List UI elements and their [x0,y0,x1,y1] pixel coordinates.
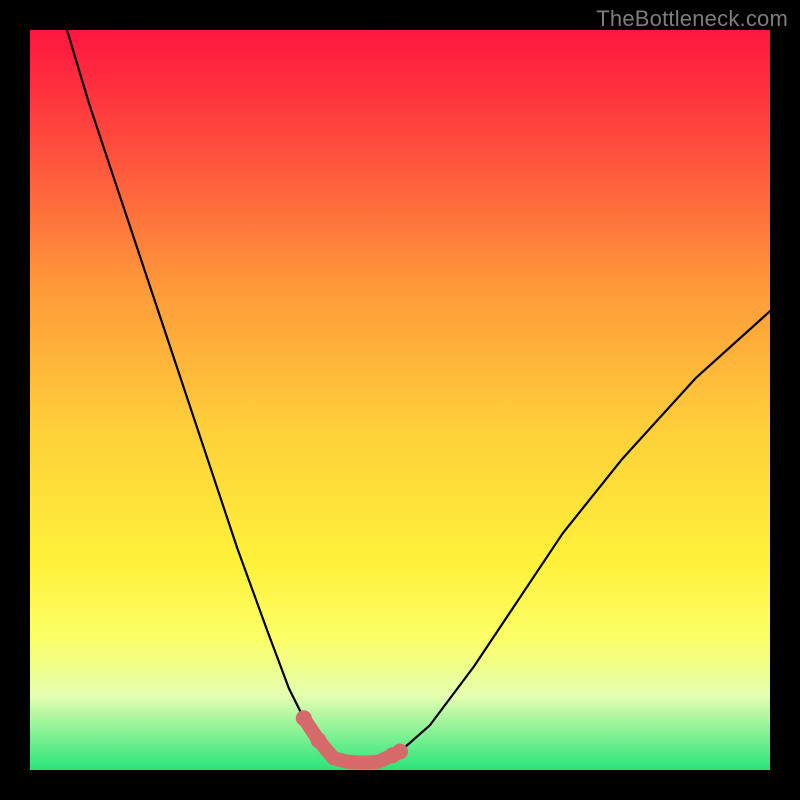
optimal-dot [392,744,408,760]
frame: TheBottleneck.com [0,0,800,800]
gradient-area [30,30,770,770]
optimal-dot [296,710,312,726]
optimal-dot [311,732,327,748]
watermark: TheBottleneck.com [596,6,788,32]
bottleneck-chart [30,30,770,770]
